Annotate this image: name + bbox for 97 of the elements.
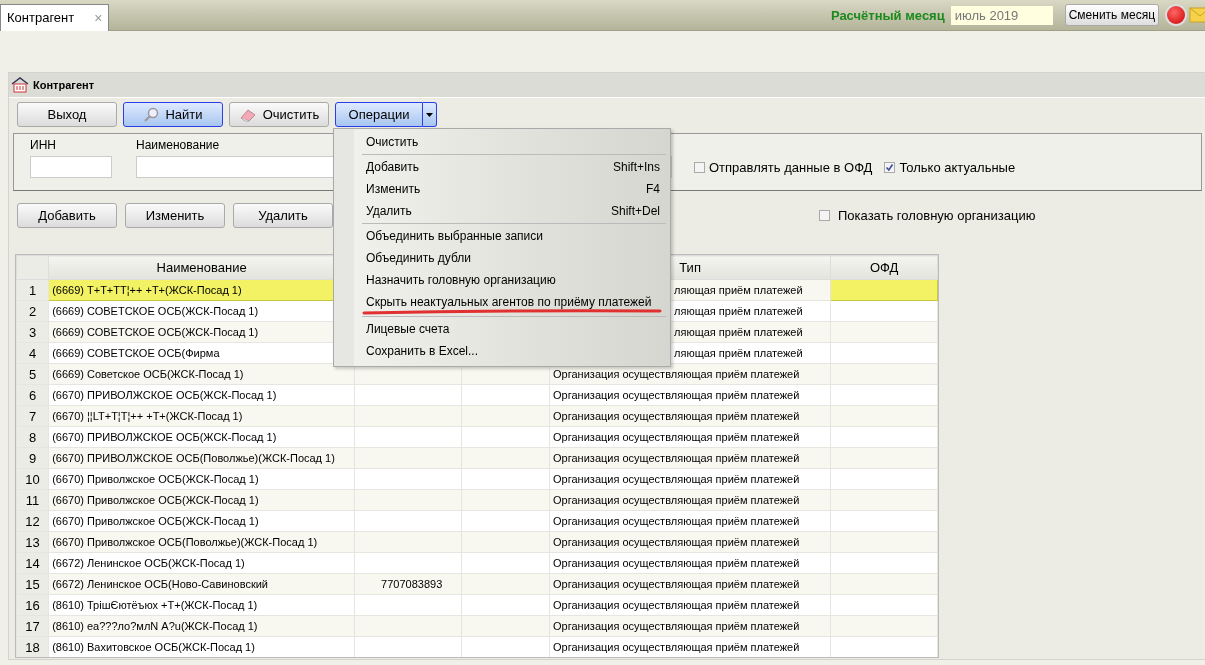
- table-cell[interactable]: (8610) ТрішЄютёъюх +Т+(ЖСК-Посад 1): [48, 594, 355, 616]
- change-month-button[interactable]: Сменить месяц: [1064, 4, 1159, 26]
- checkbox[interactable]: [819, 210, 830, 221]
- checkbox-label: Показать головную организацию: [838, 208, 1036, 223]
- row-number: 4: [16, 342, 49, 364]
- table-cell[interactable]: Организация осуществляющая приём платежей: [549, 405, 831, 427]
- table-cell[interactable]: (6670) ПРИВОЛЖСКОЕ ОСБ(ЖСК-Посад 1): [48, 426, 355, 448]
- field-label: ИНН: [30, 138, 56, 152]
- table-cell[interactable]: (6670) Приволжское ОСБ(Поволжье)(ЖСК-Посад 1): [48, 531, 355, 553]
- menu-item[interactable]: Добавить Shift+Ins: [334, 156, 670, 178]
- table-cell[interactable]: Организация осуществляющая приём платежей: [549, 594, 831, 616]
- checkbox[interactable]: [694, 162, 705, 173]
- table-cell[interactable]: [830, 552, 938, 574]
- table-cell[interactable]: [354, 510, 462, 532]
- row-number: 14: [16, 552, 49, 574]
- eraser-icon: [238, 107, 257, 122]
- table-cell[interactable]: [461, 384, 550, 406]
- table-cell[interactable]: [830, 300, 938, 322]
- table-cell[interactable]: [461, 594, 550, 616]
- table-cell[interactable]: (6670) Приволжское ОСБ(ЖСК-Посад 1): [48, 510, 355, 532]
- menu-item[interactable]: Удалить Shift+Del: [334, 200, 670, 222]
- table-cell[interactable]: (6672) Ленинское ОСБ(ЖСК-Посад 1): [48, 552, 355, 574]
- tab-label: Контрагент: [7, 10, 75, 25]
- table-cell[interactable]: [830, 342, 938, 364]
- menu-item[interactable]: Изменить F4: [334, 178, 670, 200]
- action-button[interactable]: Удалить: [233, 203, 333, 228]
- table-cell[interactable]: (6670) ПРИВОЛЖСКОЕ ОСБ(ЖСК-Посад 1): [48, 384, 355, 406]
- table-cell[interactable]: Организация осуществляющая приём платежей: [549, 468, 831, 490]
- checkbox-label: Только актуальные: [899, 160, 1016, 175]
- row-number: 12: [16, 510, 49, 532]
- table-cell[interactable]: Организация осуществляющая приём платежей: [549, 573, 831, 595]
- column-header[interactable]: ОФД: [830, 255, 938, 280]
- table-cell[interactable]: [830, 510, 938, 532]
- exit-button[interactable]: Выход: [17, 102, 117, 127]
- table-cell[interactable]: [354, 426, 462, 448]
- table-cell[interactable]: Организация осуществляющая приём платежей: [549, 552, 831, 574]
- action-button[interactable]: Добавить: [17, 203, 117, 228]
- period-label: Расчётный месяц: [830, 7, 945, 23]
- row-number: 18: [16, 636, 49, 657]
- table-cell[interactable]: [354, 594, 462, 616]
- table-cell[interactable]: [354, 552, 462, 574]
- row-number: 7: [16, 405, 49, 427]
- row-number: 1: [16, 279, 49, 301]
- inn-field[interactable]: [30, 156, 112, 178]
- table-cell[interactable]: (6670) Приволжское ОСБ(ЖСК-Посад 1): [48, 489, 355, 511]
- search-icon: [143, 106, 160, 123]
- row-number: 17: [16, 615, 49, 637]
- row-number: 11: [16, 489, 49, 511]
- table-cell[interactable]: [354, 384, 462, 406]
- row-number: 10: [16, 468, 49, 490]
- checkbox[interactable]: [884, 162, 896, 173]
- status-light-icon[interactable]: [1165, 4, 1187, 26]
- find-button[interactable]: Найти: [123, 102, 223, 127]
- table-cell[interactable]: Организация осуществляющая приём платежей: [549, 510, 831, 532]
- row-number: 16: [16, 594, 49, 616]
- table-cell[interactable]: [830, 468, 938, 490]
- table-cell[interactable]: (6670) ПРИВОЛЖСКОЕ ОСБ(Поволжье)(ЖСК-Посад 1): [48, 447, 355, 469]
- row-number: 13: [16, 531, 49, 553]
- table-cell[interactable]: [461, 468, 550, 490]
- tab[interactable]: Контрагент ×: [0, 3, 110, 31]
- checkbox-label: Отправлять данные в ОФД: [709, 160, 873, 175]
- row-number: 8: [16, 426, 49, 448]
- panel-title: Контрагент: [33, 79, 95, 91]
- table-cell[interactable]: [830, 594, 938, 616]
- caret-icon: [426, 112, 433, 117]
- table-cell[interactable]: Организация осуществляющая приём платежей: [549, 384, 831, 406]
- table-cell[interactable]: Организация осуществляющая приём платежей: [549, 426, 831, 448]
- menu-item[interactable]: Объединить выбранные записи: [334, 225, 670, 247]
- table-cell[interactable]: (6670) Приволжское ОСБ(ЖСК-Посад 1): [48, 468, 355, 490]
- table-cell[interactable]: Организация осуществляющая приём платежей: [549, 615, 831, 637]
- row-number: 2: [16, 300, 49, 322]
- row-number: 5: [16, 363, 49, 385]
- row-number: 3: [16, 321, 49, 343]
- operations-button[interactable]: Операции: [335, 102, 423, 127]
- table-cell[interactable]: [354, 468, 462, 490]
- table-cell[interactable]: Организация осуществляющая приём платежей: [549, 447, 831, 469]
- table-cell[interactable]: [461, 510, 550, 532]
- table-cell[interactable]: [461, 426, 550, 448]
- field-label: Наименование: [136, 138, 220, 152]
- table-cell[interactable]: [461, 552, 550, 574]
- row-number: 15: [16, 573, 49, 595]
- table-cell[interactable]: Организация осуществляющая приём платежей: [549, 489, 831, 511]
- row-number: 6: [16, 384, 49, 406]
- operations-dropdown-button[interactable]: [423, 102, 437, 127]
- table-cell[interactable]: (6672) Ленинское ОСБ(Ново-Савиновский: [48, 573, 355, 595]
- table-cell[interactable]: (8610) еа???ло?млN А?u(ЖСК-Посад 1): [48, 615, 355, 637]
- menu-item[interactable]: Очистить: [334, 131, 670, 153]
- table-cell[interactable]: Организация осуществляющая приём платежей: [549, 531, 831, 553]
- table-cell[interactable]: [830, 426, 938, 448]
- row-number: 9: [16, 447, 49, 469]
- period-field[interactable]: июль 2019: [950, 5, 1053, 25]
- corner-header: [16, 255, 49, 280]
- action-button[interactable]: Изменить: [125, 203, 225, 228]
- table-cell[interactable]: [830, 384, 938, 406]
- clear-button[interactable]: Очистить: [229, 102, 329, 127]
- house-logo-icon: [11, 76, 29, 94]
- table-cell[interactable]: (6670) ¦¦LT+Т¦Т¦++ +Т+(ЖСК-Посад 1): [48, 405, 355, 427]
